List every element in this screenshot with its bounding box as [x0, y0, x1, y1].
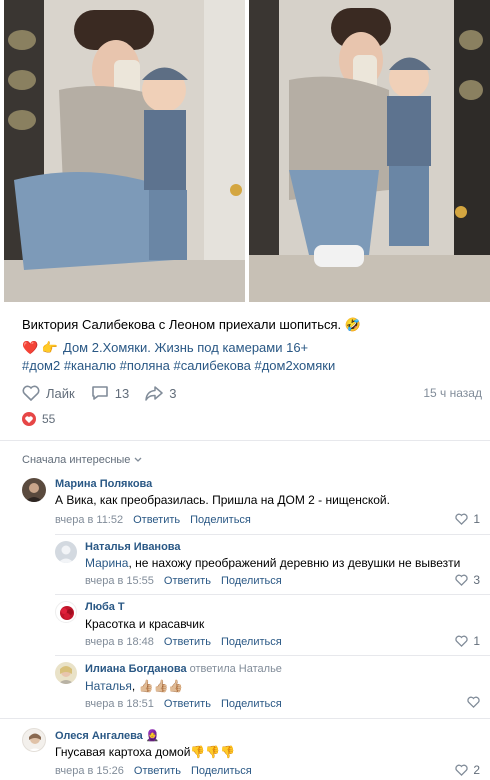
post-photo-1[interactable] — [4, 0, 245, 302]
comments-sort[interactable]: Сначала интересные — [22, 454, 142, 466]
comment-author[interactable]: Наталья Иванова — [85, 541, 181, 553]
comment-like-button[interactable]: 1 — [455, 512, 480, 526]
reply-link[interactable]: Ответить — [164, 575, 211, 587]
comment-text: Марина, не нахожу преображений деревню и… — [85, 556, 460, 570]
comment-meta: вчера в 15:55 Ответить Поделиться — [85, 575, 282, 587]
avatar[interactable] — [22, 478, 46, 502]
comment-like-count: 3 — [473, 573, 480, 587]
heart-icon — [22, 412, 36, 426]
post-text: Виктория Салибекова с Леоном приехали шо… — [22, 316, 361, 334]
chevron-down-icon — [134, 457, 142, 462]
share-icon — [145, 386, 163, 401]
reply-link[interactable]: Ответить — [133, 514, 180, 526]
reactions-count: 55 — [42, 412, 56, 426]
share-link[interactable]: Поделиться — [190, 514, 251, 526]
comment-text: Наталья, 👍🏼👍🏼👍🏼 — [85, 679, 183, 693]
comment-text: Красотка и красавчик — [85, 617, 205, 631]
comment-like-button[interactable] — [467, 696, 480, 708]
comment: Илиана Богданова ответила Наталье Наталь… — [55, 662, 490, 710]
comment-author-name[interactable]: Илиана Богданова — [85, 663, 187, 675]
share-link[interactable]: Поделиться — [221, 698, 282, 710]
heart-outline-icon — [455, 764, 468, 776]
avatar[interactable] — [55, 541, 77, 563]
post-tags: ❤️ 👉 Дом 2.Хомяки. Жизнь под камерами 16… — [22, 339, 335, 375]
comment-icon — [91, 386, 108, 400]
comment-meta: вчера в 18:51 Ответить Поделиться — [85, 698, 282, 710]
reply-link[interactable]: Ответить — [164, 636, 211, 648]
divider — [0, 718, 490, 719]
post-text-body: Виктория Салибекова с Леоном приехали шо… — [22, 317, 342, 332]
shares-count: 3 — [169, 385, 177, 401]
comment-like-count: 1 — [473, 512, 480, 526]
thread-divider — [55, 655, 490, 656]
tags-emoji: ❤️ 👉 — [22, 340, 58, 355]
comment-time[interactable]: вчера в 18:48 — [85, 636, 154, 648]
like-button[interactable]: Лайк — [22, 385, 75, 401]
comment-time[interactable]: вчера в 15:26 — [55, 765, 124, 777]
avatar[interactable] — [55, 601, 77, 623]
reply-link[interactable]: Ответить — [164, 698, 211, 710]
comment: Марина Полякова А Вика, как преобразилас… — [22, 478, 490, 528]
share-link[interactable]: Поделиться — [191, 765, 252, 777]
comment-meta: вчера в 18:48 Ответить Поделиться — [85, 636, 282, 648]
comments-button[interactable]: 13 — [91, 385, 129, 401]
comment-time[interactable]: вчера в 15:55 — [85, 575, 154, 587]
comment-like-count: 1 — [473, 634, 480, 648]
thread-divider — [55, 534, 490, 535]
divider — [0, 440, 490, 441]
thread-divider — [55, 594, 490, 595]
avatar[interactable] — [22, 728, 46, 752]
comment-author[interactable]: Люба Т — [85, 601, 125, 613]
share-link[interactable]: Поделиться — [221, 575, 282, 587]
comment: Люба Т Красотка и красавчик вчера в 18:4… — [55, 601, 490, 649]
heart-outline-icon — [467, 696, 480, 708]
reply-addressee[interactable]: Марина — [85, 556, 128, 570]
comment-like-button[interactable]: 1 — [455, 634, 480, 648]
comment-body: , 👍🏼👍🏼👍🏼 — [131, 679, 184, 693]
reply-addressee[interactable]: Наталья — [85, 679, 132, 693]
community-link[interactable]: Дом 2.Хомяки. Жизнь под камерами 16+ — [63, 339, 308, 357]
like-label: Лайк — [46, 385, 75, 401]
comment-body: , не нахожу преображений деревню из деву… — [128, 556, 461, 570]
comment-time[interactable]: вчера в 18:51 — [85, 698, 154, 710]
comment-text: Гнусавая картоха домой👎👎👎 — [55, 745, 236, 759]
reactions-summary[interactable]: 55 — [22, 412, 55, 426]
comment-like-count: 2 — [473, 763, 480, 777]
post-actions: Лайк 13 3 15 ч назад — [22, 383, 482, 403]
comment-text: А Вика, как преобразилась. Пришла на ДОМ… — [55, 493, 390, 507]
heart-outline-icon — [455, 635, 468, 647]
comment-time[interactable]: вчера в 11:52 — [55, 514, 123, 526]
comment: Олеся Ангалева 🧕 Гнусавая картоха домой👎… — [22, 728, 490, 778]
share-button[interactable]: 3 — [145, 385, 176, 401]
heart-outline-icon — [455, 574, 468, 586]
post-photos — [4, 0, 490, 302]
post-photo-2[interactable] — [249, 0, 490, 302]
post-text-emoji: 🤣 — [344, 317, 361, 332]
sort-label: Сначала интересные — [22, 454, 131, 466]
post-time[interactable]: 15 ч назад — [423, 386, 482, 400]
comment-author[interactable]: Марина Полякова — [55, 478, 152, 490]
comment-author: Олеся Ангалева 🧕 — [55, 729, 160, 742]
heart-outline-icon — [22, 385, 40, 401]
reply-link[interactable]: Ответить — [134, 765, 181, 777]
comments-count: 13 — [114, 385, 130, 401]
hashtags[interactable]: #дом2 #каналю #поляна #салибекова #дом2х… — [22, 357, 335, 375]
comment-meta: вчера в 15:26 Ответить Поделиться — [55, 765, 252, 777]
comment-like-button[interactable]: 2 — [455, 763, 480, 777]
comment-author-name[interactable]: Олеся Ангалева — [55, 730, 143, 742]
comment-author: Илиана Богданова ответила Наталье — [85, 663, 282, 675]
share-link[interactable]: Поделиться — [221, 636, 282, 648]
avatar[interactable] — [55, 662, 77, 684]
author-emoji: 🧕 — [145, 730, 160, 742]
comment-like-button[interactable]: 3 — [455, 573, 480, 587]
comment-meta: вчера в 11:52 Ответить Поделиться — [55, 514, 251, 526]
reply-to-label[interactable]: ответила Наталье — [190, 663, 282, 675]
heart-outline-icon — [455, 513, 468, 525]
comment: Наталья Иванова Марина, не нахожу преобр… — [55, 541, 490, 589]
